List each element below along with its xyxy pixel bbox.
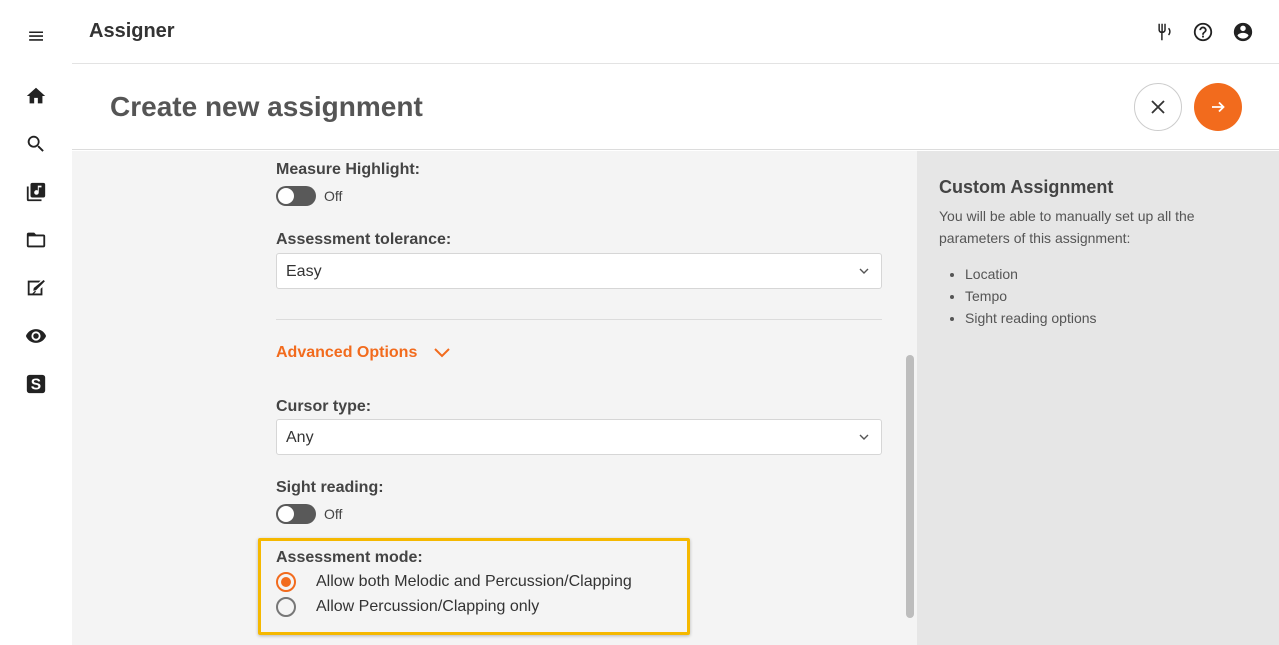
svg-text:S: S [31,377,41,394]
chevron-down-icon [434,348,451,358]
music-library-icon[interactable] [24,180,48,204]
page-title: Create new assignment [110,91,423,122]
list-item: Sight reading options [965,307,1097,329]
advanced-options-toggle[interactable]: Advanced Options [276,344,451,362]
folder-icon[interactable] [24,228,48,252]
advanced-options-label: Advanced Options [276,344,418,361]
divider [276,319,882,320]
measure-highlight-toggle[interactable] [276,186,316,206]
list-item: Tempo [965,285,1097,307]
assignment-form: Measure Highlight: Off Assessment tolera… [72,151,903,645]
info-panel: Custom Assignment You will be able to ma… [917,151,1279,645]
page-header: Create new assignment [72,65,1279,150]
menu-icon[interactable] [24,24,48,48]
nav-rail: S [0,0,72,645]
sight-reading-toggle[interactable] [276,504,316,524]
measure-highlight-state: Off [324,188,343,204]
measure-highlight-label: Measure Highlight: [276,161,421,178]
chevron-down-icon [859,268,869,274]
s-logo-icon[interactable]: S [24,372,48,396]
radio-label: Allow both Melodic and Percussion/Clappi… [316,573,632,590]
scrollbar-thumb[interactable] [906,355,914,618]
list-item: Location [965,263,1097,285]
eye-icon[interactable] [24,324,48,348]
help-icon[interactable] [1191,20,1215,44]
arrow-right-icon [1212,101,1225,113]
radio-button-unchecked[interactable] [276,597,296,617]
cursor-type-label: Cursor type: [276,398,372,415]
cursor-type-select[interactable]: Any [276,419,882,455]
sight-reading-label: Sight reading: [276,479,384,496]
sight-reading-state: Off [324,506,343,522]
radio-button-checked[interactable] [276,572,296,592]
info-panel-title: Custom Assignment [939,177,1114,197]
close-icon [1151,100,1165,114]
assessment-tolerance-select[interactable]: Easy [276,253,882,289]
assessment-tolerance-value: Easy [286,263,322,280]
close-button[interactable] [1134,83,1182,131]
app-title: Assigner [89,20,175,42]
next-button[interactable] [1194,83,1242,131]
app-bar: Assigner [72,0,1279,64]
assignment-icon[interactable] [24,276,48,300]
tuner-icon[interactable] [1151,20,1175,44]
assessment-mode-option-percussion[interactable]: Allow Percussion/Clapping only [276,597,539,617]
assessment-tolerance-label: Assessment tolerance: [276,231,452,248]
home-icon[interactable] [24,84,48,108]
info-panel-list: Location Tempo Sight reading options [965,263,1097,329]
assessment-mode-option-both[interactable]: Allow both Melodic and Percussion/Clappi… [276,572,632,592]
account-icon[interactable] [1231,20,1255,44]
chevron-down-icon [859,434,869,440]
radio-label: Allow Percussion/Clapping only [316,598,540,615]
search-icon[interactable] [24,132,48,156]
assessment-mode-label: Assessment mode: [276,549,423,566]
info-panel-description: You will be able to manually set up all … [939,208,1195,246]
cursor-type-value: Any [286,429,314,446]
